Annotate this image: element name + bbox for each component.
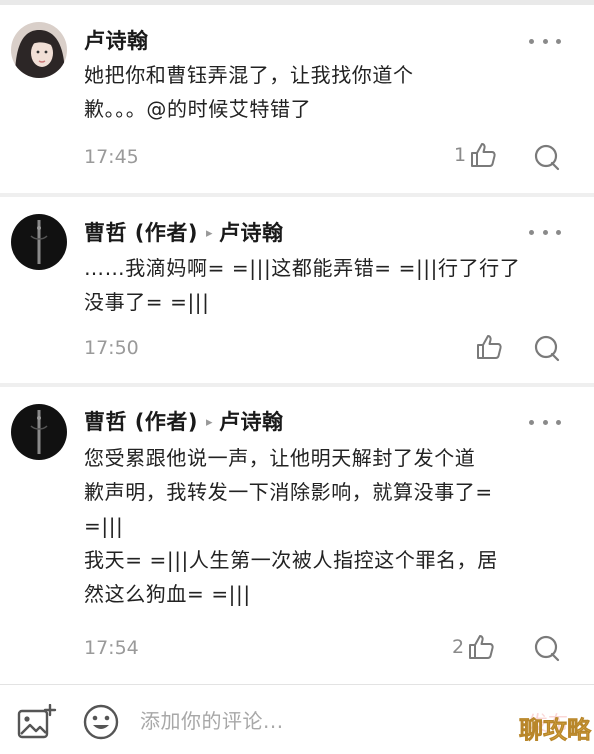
add-image-icon[interactable]	[17, 704, 57, 740]
avatar[interactable]	[11, 214, 67, 270]
comment-text: 她把你和曹钰弄混了，让我找你道个 歉。。。@的时候艾特错了	[84, 63, 414, 121]
avatar[interactable]	[11, 22, 67, 78]
more-dots-icon	[529, 419, 534, 425]
thumbs-up-icon	[469, 635, 494, 659]
like-count: 2	[452, 636, 465, 658]
comment-input-bar: 添加你的评论... 发布	[0, 684, 594, 754]
more-options-button[interactable]	[529, 224, 561, 240]
comment-input[interactable]: 添加你的评论...	[140, 705, 440, 737]
comment-text: ……我滴妈啊= =|||这都能弄错= =|||行了行了 没事了= =|||	[84, 256, 521, 314]
reply-bubble-icon[interactable]	[533, 634, 561, 662]
reply-bubble-icon[interactable]	[533, 334, 561, 362]
reply-arrow-icon: ▸	[206, 415, 214, 430]
comment-author[interactable]: 曹哲 (作者) ▸ 卢诗翰	[84, 406, 284, 436]
thumbs-up-icon	[477, 335, 502, 359]
comment-author[interactable]: 曹哲 (作者) ▸ 卢诗翰	[84, 217, 284, 247]
comment-time: 17:54	[84, 637, 139, 659]
avatar[interactable]	[11, 404, 67, 460]
reply-to-name[interactable]: 卢诗翰	[219, 410, 284, 434]
like-count: 1	[454, 144, 467, 166]
more-dots-icon	[529, 229, 534, 235]
author-name[interactable]: 卢诗翰	[84, 29, 149, 53]
comment-item: 曹哲 (作者) ▸ 卢诗翰 您受累跟他说一声，让他明天解封了发个道 歉声明，我转发一…	[0, 387, 594, 684]
comment-text: 您受累跟他说一声，让他明天解封了发个道 歉声明，我转发一下消除影响，就算没事了=…	[84, 446, 498, 606]
comment-time: 17:50	[84, 337, 139, 359]
thumbs-up-icon	[471, 143, 496, 167]
comment-item: 卢诗翰 她把你和曹钰弄混了，让我找你道个 歉。。。@的时候艾特错了 17:45 …	[0, 0, 594, 193]
comment-time: 17:45	[84, 146, 139, 168]
emoji-icon[interactable]	[82, 703, 120, 741]
author-name[interactable]: 曹哲 (作者)	[84, 410, 198, 434]
reply-bubble-icon[interactable]	[533, 143, 561, 171]
comment-author[interactable]: 卢诗翰	[84, 25, 149, 55]
more-options-button[interactable]	[529, 414, 561, 430]
reply-arrow-icon: ▸	[206, 226, 214, 241]
more-dots-icon	[529, 38, 534, 44]
comment-item: 曹哲 (作者) ▸ 卢诗翰 ……我滴妈啊= =|||这都能弄错= =|||行了行了 …	[0, 197, 594, 383]
svg-text:聊攻略: 聊攻略	[519, 716, 592, 744]
reply-to-name[interactable]: 卢诗翰	[219, 221, 284, 245]
author-name[interactable]: 曹哲 (作者)	[84, 221, 198, 245]
more-options-button[interactable]	[529, 33, 561, 49]
like-button[interactable]	[472, 333, 503, 361]
watermark-logo: 聊攻略	[515, 704, 594, 753]
like-button[interactable]: 1	[454, 141, 497, 169]
like-button[interactable]: 2	[452, 633, 495, 661]
